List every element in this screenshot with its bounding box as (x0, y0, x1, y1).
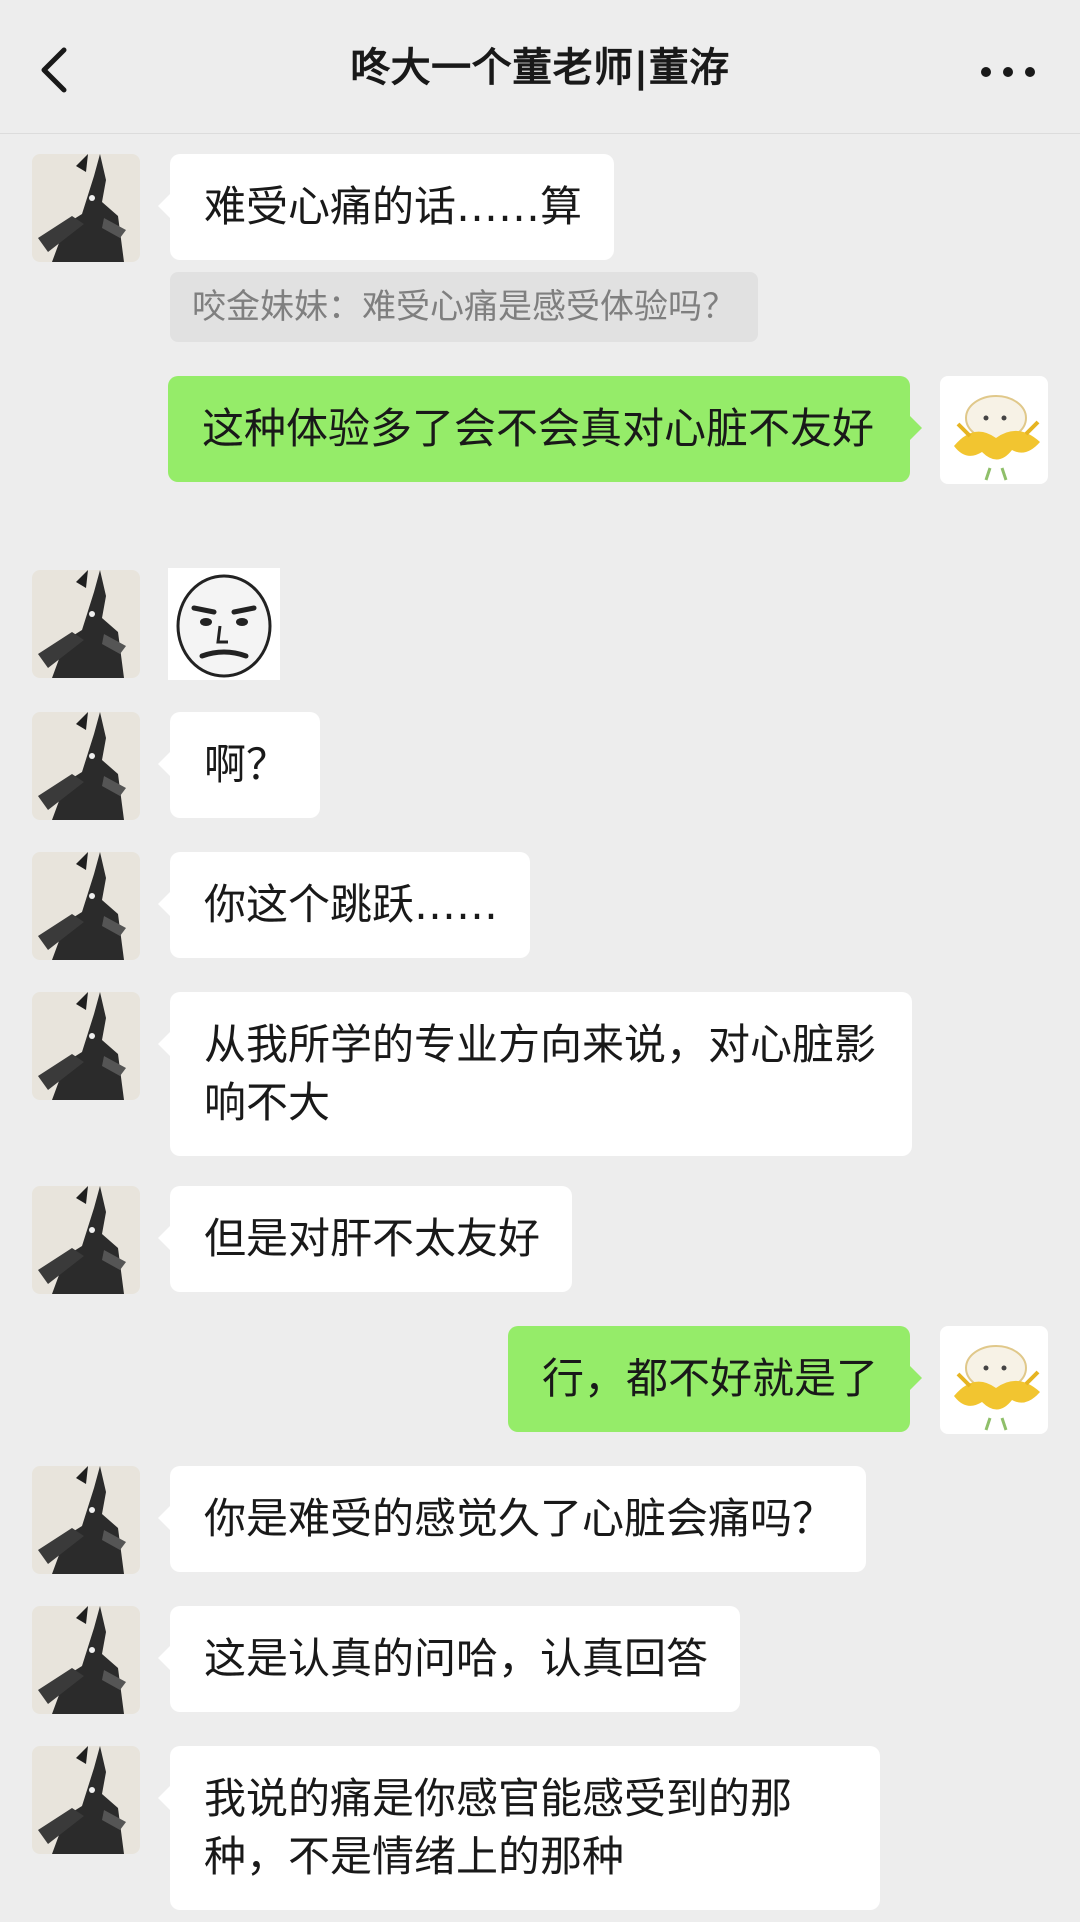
contact-avatar[interactable] (32, 570, 140, 678)
contact-avatar[interactable] (32, 1186, 140, 1294)
self-avatar[interactable] (940, 1326, 1048, 1434)
incoming-message[interactable]: 你这个跳跃…… (157, 852, 531, 958)
incoming-message[interactable]: 从我所学的专业方向来说，对心脏影响不大 (158, 992, 912, 1156)
incoming-message[interactable]: 你是难受的感觉久了心脏会痛吗？ (157, 1466, 867, 1572)
chat-title: 咚大一个董老师|董洊 (350, 45, 730, 91)
chat-header: 咚大一个董老师|董洊 (0, 0, 1080, 134)
incoming-message[interactable]: 但是对肝不太友好 (157, 1186, 573, 1292)
incoming-message[interactable]: 啊？ (157, 712, 321, 818)
more-button[interactable] (972, 46, 1044, 90)
contact-avatar[interactable] (32, 712, 140, 820)
chevron-left-icon (41, 47, 67, 93)
self-avatar[interactable] (940, 376, 1048, 484)
outgoing-message[interactable]: 这种体验多了会不会真对心脏不友好 (168, 376, 922, 482)
sticker-message[interactable] (168, 568, 280, 680)
contact-avatar[interactable] (32, 1746, 140, 1854)
outgoing-message[interactable]: 行，都不好就是了 (507, 1326, 923, 1432)
incoming-message[interactable]: 我说的痛是你感官能感受到的那种，不是情绪上的那种 (158, 1746, 880, 1910)
contact-avatar[interactable] (32, 852, 140, 960)
incoming-message[interactable]: 这是认真的问哈，认真回答 (157, 1606, 741, 1712)
contact-avatar[interactable] (32, 1466, 140, 1574)
frowning-face-sticker-icon (168, 568, 280, 680)
quoted-message[interactable]: 咬金妹妹：难受心痛是感受体验吗？ (170, 272, 758, 342)
more-dots-icon (981, 67, 1035, 77)
contact-avatar[interactable] (32, 992, 140, 1100)
contact-avatar[interactable] (32, 154, 140, 262)
back-button[interactable] (28, 36, 84, 100)
incoming-message[interactable]: 难受心痛的话……算 (157, 154, 615, 260)
contact-avatar[interactable] (32, 1606, 140, 1714)
